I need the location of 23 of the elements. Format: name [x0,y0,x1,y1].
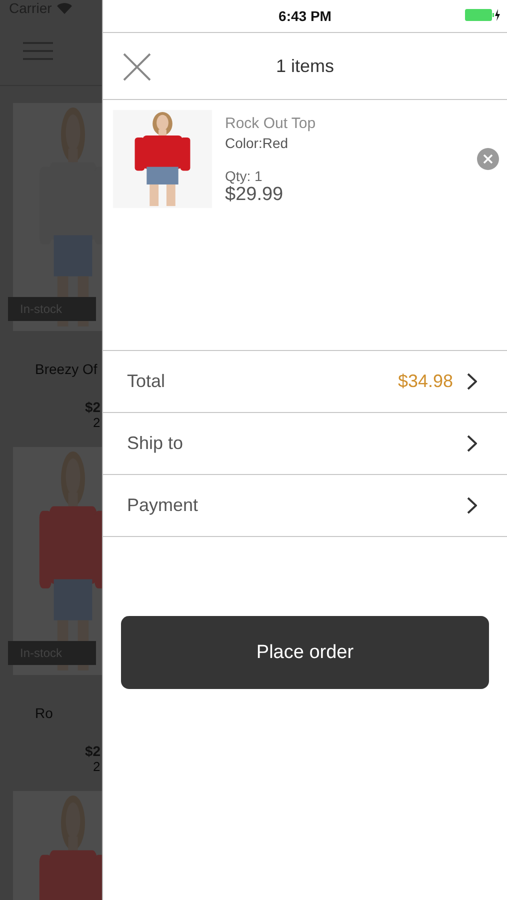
item-color: Color:Red [225,135,290,151]
wifi-icon [56,2,72,14]
row-label: Payment [127,495,200,516]
close-icon [121,51,153,83]
cart-row[interactable]: Ship to [103,413,507,475]
chevron-icon [467,435,477,452]
item-quantity: Qty: 1 [225,168,264,184]
remove-button[interactable] [477,148,499,170]
chevron-icon [467,373,477,390]
row-label: Ship to [127,433,184,454]
row-label: Total [127,371,166,392]
place-order-button[interactable]: Place order [121,616,489,689]
cart-row[interactable]: Total $34.98 [103,351,507,413]
item-name: Rock Out Top [225,115,316,132]
close-button[interactable] [121,51,153,83]
close-icon [483,154,493,164]
cart-row[interactable]: Payment [103,475,507,537]
total-value: $34.98 [398,371,453,392]
cart-title: 1 items [276,56,334,76]
item-price: $29.99 [225,184,284,206]
status-time: 6:43 PM [278,8,332,24]
chevron-icon [467,497,477,514]
battery-icon [465,9,501,21]
